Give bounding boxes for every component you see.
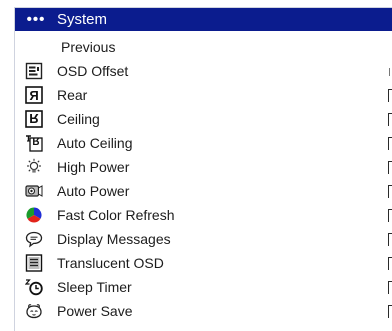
menu-item-label: Ceiling bbox=[57, 111, 100, 127]
menu-item-translucent-osd[interactable]: Translucent OSD bbox=[15, 251, 392, 275]
svg-text:R: R bbox=[29, 88, 39, 103]
checkbox-ceiling[interactable] bbox=[388, 107, 392, 131]
checkbox-translucent-osd[interactable] bbox=[388, 251, 392, 275]
menu-item-label: High Power bbox=[57, 159, 130, 175]
menu-item-ceiling[interactable]: R Ceiling bbox=[15, 107, 392, 131]
menu-item-label: Auto Power bbox=[57, 183, 130, 199]
menu-item-label: OSD Offset bbox=[57, 63, 129, 79]
auto-ceiling-icon: R bbox=[25, 134, 43, 152]
menu-item-sleep-timer[interactable]: Sleep Timer bbox=[15, 275, 392, 299]
menu-item-fast-color-refresh[interactable]: Fast Color Refresh bbox=[15, 203, 392, 227]
checkbox-high-power[interactable] bbox=[388, 155, 392, 179]
menu-item-label: Fast Color Refresh bbox=[57, 207, 175, 223]
osd-system-menu: ••• System Previous OSD Offset R Rear R … bbox=[14, 7, 392, 331]
checkbox-display-messages[interactable] bbox=[388, 227, 392, 251]
osd-offset-icon bbox=[25, 62, 43, 80]
menu-item-display-messages[interactable]: Display Messages bbox=[15, 227, 392, 251]
translucent-osd-icon bbox=[25, 254, 43, 272]
color-wheel-icon bbox=[25, 206, 43, 224]
menu-item-power-save[interactable]: Power Save bbox=[15, 299, 392, 323]
svg-text:R: R bbox=[32, 135, 40, 146]
checkbox-power-save[interactable] bbox=[388, 299, 392, 323]
checkbox-auto-ceiling[interactable] bbox=[388, 131, 392, 155]
menu-item-high-power[interactable]: High Power bbox=[15, 155, 392, 179]
menu-title: System bbox=[57, 11, 108, 28]
menu-item-label: Power Save bbox=[57, 303, 133, 319]
menu-item-label: Previous bbox=[61, 39, 116, 55]
menu-item-label: Rear bbox=[57, 87, 88, 103]
menu-item-label: Display Messages bbox=[57, 231, 171, 247]
sleep-timer-icon bbox=[25, 278, 43, 296]
checkbox-sleep-timer[interactable] bbox=[388, 275, 392, 299]
more-dots-icon[interactable]: ••• bbox=[15, 8, 57, 31]
menu-item-rear[interactable]: R Rear bbox=[15, 83, 392, 107]
checkbox-rear[interactable] bbox=[388, 83, 392, 107]
checkbox-fast-color-refresh[interactable] bbox=[388, 203, 392, 227]
power-save-icon bbox=[25, 302, 43, 320]
menu-item-auto-ceiling[interactable]: R Auto Ceiling bbox=[15, 131, 392, 155]
message-bubble-icon bbox=[25, 230, 43, 248]
menu-item-osd-offset[interactable]: OSD Offset bbox=[15, 59, 392, 83]
menu-item-auto-power[interactable]: Auto Power bbox=[15, 179, 392, 203]
auto-power-icon bbox=[25, 182, 43, 200]
rear-projection-icon: R bbox=[25, 86, 43, 104]
menu-header: ••• System bbox=[15, 8, 392, 31]
menu-item-previous[interactable]: Previous bbox=[15, 35, 392, 59]
checkbox-auto-power[interactable] bbox=[388, 179, 392, 203]
lightbulb-icon bbox=[25, 158, 43, 176]
menu-item-label: Translucent OSD bbox=[57, 255, 164, 271]
menu-item-label: Auto Ceiling bbox=[57, 135, 133, 151]
menu-item-label: Sleep Timer bbox=[57, 279, 132, 295]
svg-text:R: R bbox=[29, 111, 39, 126]
ceiling-mount-icon: R bbox=[25, 110, 43, 128]
